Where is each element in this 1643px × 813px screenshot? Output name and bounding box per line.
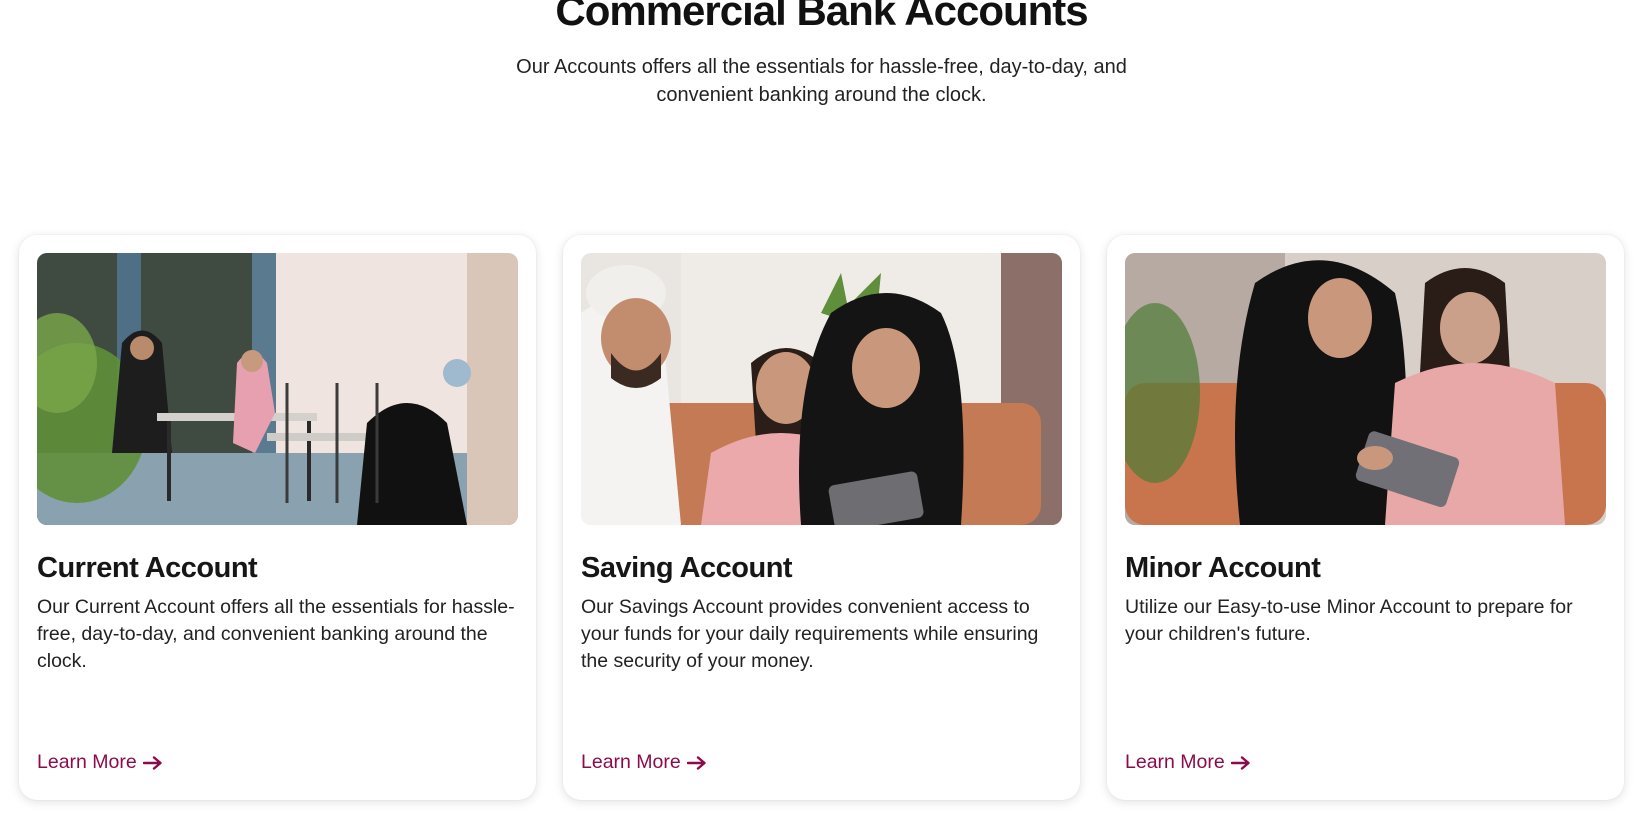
saving-account-image: [581, 253, 1062, 525]
account-cards: Current Account Our Current Account offe…: [19, 235, 1624, 800]
current-account-card: Current Account Our Current Account offe…: [19, 235, 536, 800]
accounts-section: Commercial Bank Accounts Our Accounts of…: [0, 0, 1643, 813]
minor-account-image: [1125, 253, 1606, 525]
current-account-image: [37, 253, 518, 525]
minor-account-card: Minor Account Utilize our Easy-to-use Mi…: [1107, 235, 1624, 800]
arrow-right-icon: [1230, 755, 1250, 770]
minor-account-learn-more-link[interactable]: Learn More: [1125, 751, 1251, 774]
learn-more-label: Learn More: [37, 751, 137, 773]
saving-account-description: Our Savings Account provides convenient …: [581, 595, 1039, 672]
current-account-description: Our Current Account offers all the essen…: [37, 595, 515, 672]
arrow-right-icon: [686, 755, 706, 770]
saving-account-card: Saving Account Our Savings Account provi…: [563, 235, 1080, 800]
minor-account-title: Minor Account: [1125, 552, 1321, 584]
arrow-right-icon: [142, 755, 162, 770]
section-subtitle: Our Accounts offers all the essentials f…: [516, 56, 1127, 106]
minor-account-description: Utilize our Easy-to-use Minor Account to…: [1125, 595, 1573, 645]
current-account-learn-more-link[interactable]: Learn More: [37, 751, 163, 774]
section-title: Commercial Bank Accounts: [555, 0, 1088, 34]
current-account-title: Current Account: [37, 552, 258, 584]
learn-more-label: Learn More: [581, 751, 681, 773]
saving-account-learn-more-link[interactable]: Learn More: [581, 751, 707, 774]
learn-more-label: Learn More: [1125, 751, 1225, 773]
saving-account-title: Saving Account: [581, 552, 793, 584]
